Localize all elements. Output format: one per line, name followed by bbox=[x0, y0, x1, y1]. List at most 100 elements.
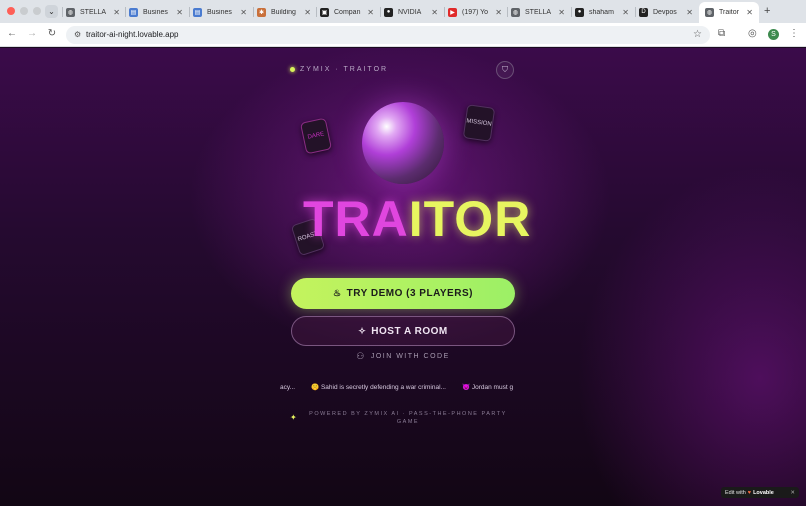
join-label: JOIN WITH CODE bbox=[370, 352, 450, 360]
tab-separator bbox=[380, 7, 381, 17]
close-tab-icon[interactable]: ✕ bbox=[746, 8, 753, 17]
tab-item[interactable]: ▤ Busines ✕ bbox=[129, 3, 183, 21]
menu-kebab-icon[interactable]: ⋮ bbox=[789, 28, 799, 39]
tab-separator bbox=[571, 7, 572, 17]
card-dare: DARE bbox=[299, 117, 333, 155]
join-with-code-button[interactable]: ⚇ JOIN WITH CODE bbox=[291, 349, 515, 363]
brand-dot-icon bbox=[290, 67, 295, 72]
sparkles-icon: ✧ bbox=[358, 325, 367, 336]
tab-label: (197) Yo bbox=[462, 8, 489, 16]
youtube-icon: ▶ bbox=[448, 7, 457, 17]
title-part-pink: TRA bbox=[303, 191, 409, 247]
tab-strip: ⌄ ◍ STELLA ✕ ▤ Busines ✕ ▤ Busines ✕ ✱ Building ✕ ▣ C… bbox=[0, 0, 806, 23]
globe-icon: ◍ bbox=[66, 7, 75, 17]
globe-icon: ◍ bbox=[705, 8, 714, 17]
d-icon: D bbox=[639, 7, 648, 17]
tab-separator bbox=[444, 7, 445, 17]
maximize-window-button[interactable] bbox=[33, 7, 41, 15]
tab-label: Building bbox=[271, 8, 296, 16]
tab-label: shaham bbox=[589, 8, 614, 16]
try-demo-label: TRY DEMO (3 PLAYERS) bbox=[346, 288, 473, 299]
doc-icon: ▤ bbox=[129, 7, 138, 17]
github-icon: ● bbox=[575, 7, 584, 17]
tab-label: Busines bbox=[143, 8, 168, 16]
close-window-button[interactable] bbox=[7, 7, 15, 15]
edit-with-lovable-badge[interactable]: Edit with ♥ Lovable ✕ bbox=[721, 487, 799, 498]
reload-button[interactable]: ↻ bbox=[45, 28, 59, 39]
users-icon: ⚇ bbox=[356, 350, 366, 361]
tab-search-chevron-icon[interactable]: ⌄ bbox=[45, 5, 58, 18]
prompt-ticker: acy... 🤫 Sahid is secretly defending a w… bbox=[280, 381, 526, 393]
card-mission: MISSION bbox=[462, 104, 496, 142]
tab-item[interactable]: ◍ STELLA ✕ bbox=[66, 3, 120, 21]
tab-item[interactable]: ◍ STELLA ✕ bbox=[511, 3, 565, 21]
media-icon[interactable]: ◎ bbox=[748, 28, 757, 39]
tab-item[interactable]: ✱ Building ✕ bbox=[257, 3, 311, 21]
profile-avatar[interactable]: S bbox=[768, 29, 779, 40]
close-tab-icon[interactable]: ✕ bbox=[622, 8, 629, 17]
ticker-item: 👿 Jordan must g bbox=[461, 384, 514, 391]
tab-item[interactable]: D Devpos ✕ bbox=[639, 3, 693, 21]
globe-icon: ◍ bbox=[511, 7, 520, 17]
brand-label: ZYMIX · TRAITOR bbox=[300, 66, 389, 73]
try-demo-button[interactable]: ♨ TRY DEMO (3 PLAYERS) bbox=[291, 278, 515, 309]
host-room-label: HOST A ROOM bbox=[371, 325, 448, 337]
close-tab-icon[interactable]: ✕ bbox=[495, 8, 502, 17]
close-badge-icon[interactable]: ✕ bbox=[790, 490, 795, 496]
bug-icon: ✱ bbox=[257, 7, 266, 17]
doc-icon: ▤ bbox=[193, 7, 202, 17]
tab-item[interactable]: ▶ (197) Yo ✕ bbox=[448, 3, 502, 21]
minimize-window-button[interactable] bbox=[20, 7, 28, 15]
ticker-item: 🤫 Sahid is secretly defending a war crim… bbox=[311, 384, 446, 391]
app-page: ZYMIX · TRAITOR ⛉ DARE MISSION ROAST TRA… bbox=[0, 48, 806, 506]
close-tab-icon[interactable]: ✕ bbox=[367, 8, 374, 17]
back-button[interactable]: ← bbox=[5, 28, 19, 39]
extensions-icon[interactable]: ⧉ bbox=[718, 28, 725, 39]
close-tab-icon[interactable]: ✕ bbox=[240, 8, 247, 17]
host-room-button[interactable]: ✧ HOST A ROOM bbox=[291, 316, 515, 346]
close-tab-icon[interactable]: ✕ bbox=[686, 8, 693, 17]
tab-item[interactable]: ● shaham ✕ bbox=[575, 3, 629, 21]
tab-separator bbox=[507, 7, 508, 17]
site-info-icon[interactable]: ⚙ bbox=[74, 30, 81, 39]
url-text: traitor-ai-night.lovable.app bbox=[86, 30, 179, 39]
tab-label: Busines bbox=[207, 8, 232, 16]
tab-traitor[interactable]: ◍ Traitor ✕ bbox=[699, 2, 759, 23]
tab-separator bbox=[62, 7, 63, 17]
close-tab-icon[interactable]: ✕ bbox=[304, 8, 311, 17]
close-tab-icon[interactable]: ✕ bbox=[558, 8, 565, 17]
browser-toolbar: ← → ↻ ⚙ traitor-ai-night.lovable.app ☆ ⧉… bbox=[0, 23, 806, 47]
close-tab-icon[interactable]: ✕ bbox=[176, 8, 183, 17]
address-bar[interactable]: ⚙ traitor-ai-night.lovable.app ☆ bbox=[66, 26, 710, 44]
ticker-item: acy... bbox=[280, 383, 296, 391]
flame-icon: ♨ bbox=[333, 288, 342, 298]
brand: ZYMIX · TRAITOR bbox=[290, 66, 388, 73]
game-title: TRA ITOR bbox=[303, 190, 531, 248]
tab-separator bbox=[253, 7, 254, 17]
powered-by-text: POWERED BY ZYMIX AI · PASS-THE-PHONE PAR… bbox=[309, 411, 507, 425]
close-tab-icon[interactable]: ✕ bbox=[431, 8, 438, 17]
close-tab-icon[interactable]: ✕ bbox=[113, 8, 120, 17]
tab-item[interactable]: ▣ Compan ✕ bbox=[320, 3, 374, 21]
tab-separator bbox=[125, 7, 126, 17]
tab-label: Compan bbox=[334, 8, 361, 16]
tab-label: Traitor bbox=[719, 9, 739, 16]
tab-label: Devpos bbox=[653, 8, 677, 16]
sparkle-icon: ✦ bbox=[290, 413, 297, 422]
tab-separator bbox=[316, 7, 317, 17]
tab-label: STELLA bbox=[525, 8, 552, 16]
tab-item[interactable]: ▤ Busines ✕ bbox=[193, 3, 247, 21]
bookmark-star-icon[interactable]: ☆ bbox=[693, 29, 702, 40]
badge-brand: Lovable bbox=[753, 489, 774, 496]
glowing-orb bbox=[362, 102, 444, 184]
title-part-lime: ITOR bbox=[408, 191, 532, 247]
shield-icon[interactable]: ⛉ bbox=[496, 61, 514, 79]
forward-button[interactable]: → bbox=[25, 28, 39, 39]
new-tab-button[interactable]: + bbox=[764, 5, 770, 17]
github-icon: ● bbox=[384, 7, 393, 17]
badge-prefix: Edit with bbox=[725, 489, 746, 496]
tab-item[interactable]: ● NVIDIA ✕ bbox=[384, 3, 438, 21]
tab-separator bbox=[189, 7, 190, 17]
tab-separator bbox=[635, 7, 636, 17]
lovable-heart-icon: ♥ bbox=[747, 489, 752, 496]
